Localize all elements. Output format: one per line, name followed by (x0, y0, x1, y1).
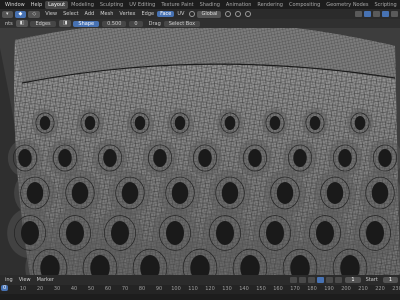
snap-icon[interactable] (235, 11, 242, 17)
vertex-select-mode-icon[interactable]: ◆ (14, 10, 27, 18)
tab-shading[interactable]: Shading (197, 1, 223, 9)
start-label: Start (365, 277, 378, 283)
select-mode-dropdown[interactable]: Edges (30, 20, 56, 27)
tab-rendering[interactable]: Rendering (254, 1, 286, 9)
drag-label: Drag (148, 20, 161, 27)
menu-select[interactable]: Select (60, 11, 81, 17)
tool-icon[interactable]: ◧ (15, 20, 29, 27)
menu-view[interactable]: View (42, 11, 60, 17)
mesh-hole (103, 149, 117, 167)
mesh-hole (153, 149, 167, 167)
3d-viewport[interactable] (0, 28, 400, 275)
mesh-hole (121, 182, 139, 204)
status-bar (0, 294, 400, 300)
menu-face[interactable]: Face (157, 11, 175, 17)
menu-edge[interactable]: Edge (138, 11, 157, 17)
mode-icon[interactable]: ◨ (58, 20, 72, 27)
mesh-hole (111, 221, 129, 245)
tab-layout[interactable]: Layout (45, 0, 69, 9)
timeline-ruler[interactable]: 0102030405060708090100110120130140150160… (0, 285, 400, 294)
edge-select-mode-icon[interactable]: ◇ (28, 10, 41, 18)
header-right-icons (355, 11, 400, 17)
mesh-hole (26, 182, 44, 204)
tab-uv-editing[interactable]: UV Editing (126, 1, 158, 9)
mesh-hole (21, 221, 39, 245)
timeline-menu-view[interactable]: View (16, 277, 34, 283)
tab-animation[interactable]: Animation (223, 1, 255, 9)
mesh-wireframe[interactable] (0, 28, 400, 275)
menu-mesh[interactable]: Mesh (97, 11, 116, 17)
mesh-hole (66, 221, 84, 245)
tab-geometry-nodes[interactable]: Geometry Nodes (323, 1, 371, 9)
top-menu-bar: Window Help Layout Modeling Sculpting UV… (0, 0, 400, 9)
mesh-hole (216, 221, 234, 245)
timeline-header: ing View Marker 1 Start 1 (0, 275, 400, 285)
mesh-hole (316, 221, 334, 245)
play-reverse-icon[interactable] (308, 277, 316, 283)
shading-wireframe-icon[interactable] (373, 11, 380, 17)
mesh-hole (134, 116, 146, 130)
mesh-hole (366, 221, 384, 245)
prev-keyframe-icon[interactable] (299, 277, 307, 283)
transform-orientation-icon[interactable] (189, 11, 196, 17)
drag-select-dropdown[interactable]: Select Box (163, 20, 201, 27)
mesh-hole (174, 116, 186, 130)
jump-start-icon[interactable] (290, 277, 298, 283)
mesh-hole (371, 182, 389, 204)
tab-texture-paint[interactable]: Texture Paint (158, 1, 196, 9)
proportional-edit-icon[interactable] (245, 11, 252, 17)
count-field[interactable]: 0 (129, 20, 143, 27)
tool-options-label: nts (5, 20, 13, 27)
shading-material-icon[interactable] (391, 11, 398, 17)
menu-window[interactable]: Window (2, 2, 28, 8)
mesh-hole (198, 149, 212, 167)
xray-icon[interactable] (364, 11, 371, 17)
start-frame-field[interactable]: 1 (382, 277, 398, 283)
mesh-hole (71, 182, 89, 204)
mesh-hole (293, 149, 307, 167)
tool-options-bar: nts ◧ Edges ◨ Shape 0.500 0 Drag Select … (0, 19, 400, 28)
mesh-hole (166, 221, 184, 245)
transform-orientation-dropdown[interactable]: Global (197, 10, 222, 18)
mesh-hole (224, 116, 236, 130)
pivot-point-icon[interactable] (225, 11, 232, 17)
mesh-hole (266, 221, 284, 245)
tab-compositing[interactable]: Compositing (286, 1, 323, 9)
tab-modeling[interactable]: Modeling (68, 1, 97, 9)
next-keyframe-icon[interactable] (326, 277, 334, 283)
mesh-hole (171, 182, 189, 204)
timeline-menu-marker[interactable]: Marker (34, 277, 57, 283)
mesh-hole (269, 116, 281, 130)
timeline-menu-playback[interactable]: ing (2, 277, 16, 283)
mesh-hole (221, 182, 239, 204)
tab-scripting[interactable]: Scripting (371, 1, 399, 9)
tab-sculpting[interactable]: Sculpting (97, 1, 126, 9)
mesh-hole (248, 149, 262, 167)
editor-type-dropdown[interactable]: ▾ (2, 10, 13, 18)
mesh-hole (354, 116, 366, 130)
ruler-tick: 230 (392, 286, 400, 292)
menu-uv[interactable]: UV (174, 11, 187, 17)
mesh-hole (338, 149, 352, 167)
viewport-header: ▾ ◆ ◇ View Select Add Mesh Vertex Edge F… (0, 9, 400, 19)
mesh-hole (309, 116, 321, 130)
overlay-icon[interactable] (355, 11, 362, 17)
menu-vertex[interactable]: Vertex (116, 11, 138, 17)
mesh-hole (18, 149, 32, 167)
current-frame-field[interactable]: 1 (345, 277, 361, 283)
shape-toggle[interactable]: Shape (73, 20, 100, 27)
play-icon[interactable] (317, 277, 325, 283)
mesh-hole (378, 149, 392, 167)
jump-end-icon[interactable] (335, 277, 343, 283)
playhead-indicator[interactable]: 0 (1, 285, 9, 291)
mesh-hole (326, 182, 344, 204)
menu-add[interactable]: Add (82, 11, 98, 17)
amount-field[interactable]: 0.500 (102, 20, 127, 27)
mesh-hole (84, 116, 96, 130)
menu-help[interactable]: Help (28, 2, 45, 8)
mesh-hole (58, 149, 72, 167)
mesh-hole (39, 116, 51, 130)
mesh-hole (276, 182, 294, 204)
shading-solid-icon[interactable] (382, 11, 389, 17)
